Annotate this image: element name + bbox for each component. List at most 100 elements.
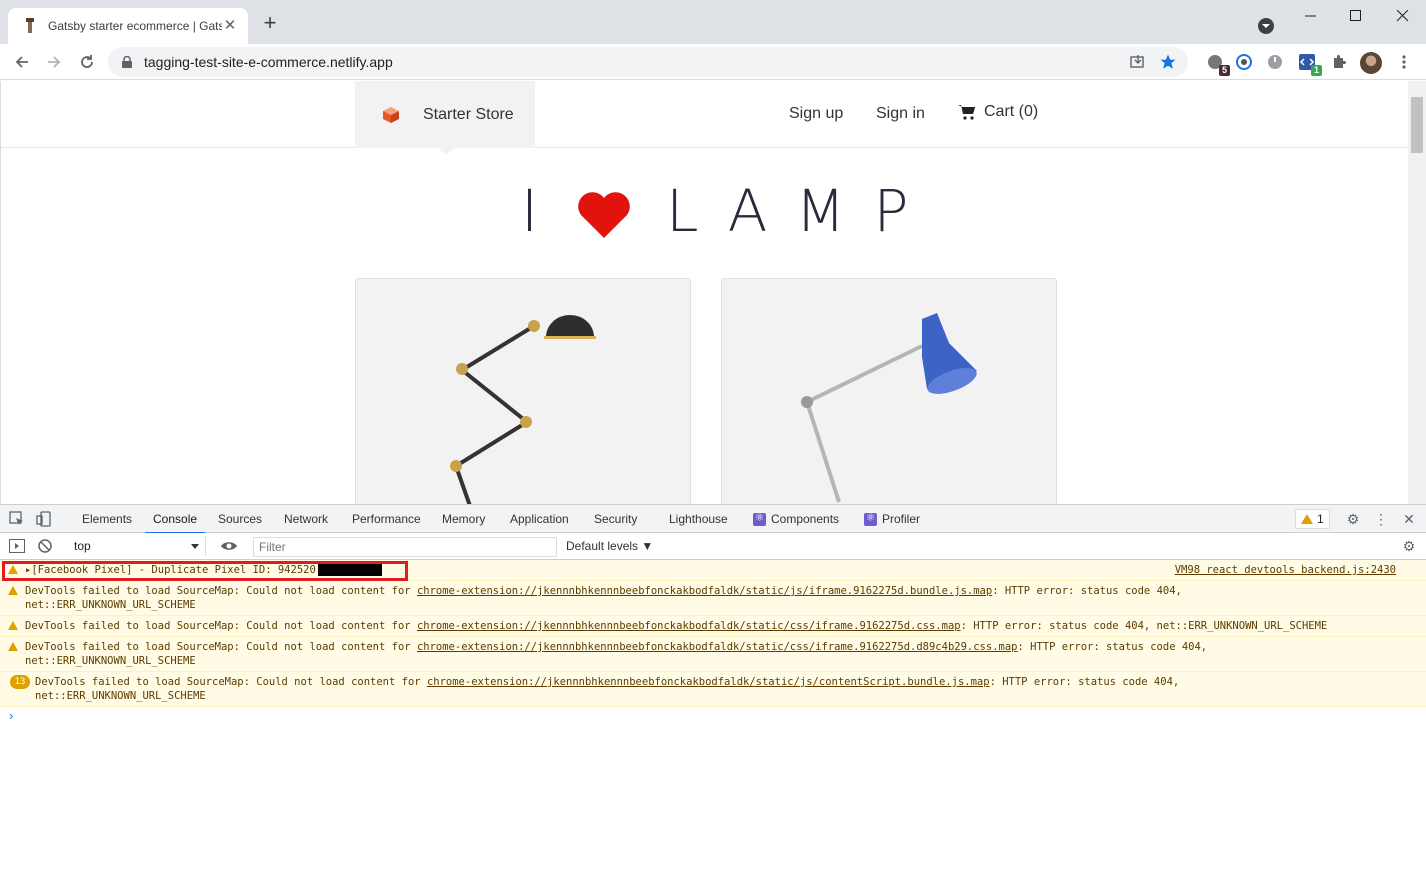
- warning-icon: [1301, 514, 1313, 524]
- settings-gear-icon[interactable]: ⚙: [1344, 510, 1362, 528]
- message-text: : HTTP error: status code 404, net::ERR_…: [960, 620, 1328, 632]
- sign-in-link[interactable]: Sign in: [876, 105, 925, 123]
- install-icon[interactable]: [1126, 50, 1150, 74]
- tag-assistant-icon[interactable]: [1232, 50, 1256, 74]
- message-text: net::ERR_UNKNOWN_URL_SCHEME: [35, 690, 206, 702]
- store-logo-icon: [381, 106, 401, 124]
- page-viewport: Starter Store Sign up Sign in Cart (0) I…: [0, 81, 1426, 504]
- console-warning-row[interactable]: DevTools failed to load SourceMap: Could…: [0, 616, 1426, 637]
- close-devtools-icon[interactable]: ✕: [1400, 510, 1418, 528]
- blue-lamp-image: [801, 313, 977, 503]
- sidebar-toggle-icon[interactable]: [8, 537, 26, 555]
- devtools-tabbar: Elements Console Sources Network Perform…: [0, 505, 1426, 534]
- tab-memory[interactable]: Memory: [442, 512, 485, 526]
- maximize-button[interactable]: [1333, 0, 1379, 32]
- message-text: net::ERR_UNKNOWN_URL_SCHEME: [25, 599, 196, 611]
- console-output: ▸[Facebook Pixel] - Duplicate Pixel ID: …: [0, 560, 1426, 727]
- react-icon: [753, 511, 766, 526]
- product-card[interactable]: [355, 278, 691, 504]
- bookmark-star-icon[interactable]: [1156, 50, 1180, 74]
- lock-icon[interactable]: [120, 55, 134, 69]
- console-warning-row[interactable]: 13 DevTools failed to load SourceMap: Co…: [0, 672, 1426, 707]
- console-prompt[interactable]: ›: [0, 707, 1426, 727]
- new-tab-button[interactable]: +: [258, 12, 282, 36]
- warning-count-badge[interactable]: 1: [1295, 509, 1330, 529]
- tab-application[interactable]: Application: [510, 512, 569, 526]
- tab-lighthouse[interactable]: Lighthouse: [669, 512, 728, 526]
- sign-up-link[interactable]: Sign up: [789, 105, 843, 123]
- cart-link[interactable]: Cart (0): [958, 103, 1038, 121]
- message-text: DevTools failed to load SourceMap: Could…: [25, 585, 417, 597]
- more-options-icon[interactable]: ⋮: [1372, 510, 1390, 528]
- log-levels-dropdown[interactable]: Default levels ▼: [566, 539, 653, 553]
- forward-button[interactable]: [42, 50, 66, 74]
- hero-right: LAMP: [666, 177, 937, 245]
- brand-link[interactable]: Starter Store: [355, 81, 535, 148]
- tab-profiler[interactable]: Profiler: [864, 511, 921, 526]
- cart-icon: [958, 104, 976, 120]
- repeat-count-badge: 13: [10, 675, 30, 689]
- highlight-box: [2, 561, 408, 581]
- message-text: : HTTP error: status code 404,: [1017, 641, 1208, 653]
- tab-title: Gatsby starter ecommerce | Gatsby: [48, 19, 222, 33]
- sourcemap-link[interactable]: chrome-extension://jkennnbhkennnbeebfonc…: [417, 641, 1018, 653]
- devtools-panel: Elements Console Sources Network Perform…: [0, 504, 1426, 893]
- minimize-button[interactable]: [1288, 0, 1334, 32]
- hero-title: I LAMP: [521, 177, 936, 245]
- extension-icon[interactable]: 5: [1203, 50, 1230, 76]
- console-warning-row[interactable]: ▸[Facebook Pixel] - Duplicate Pixel ID: …: [0, 560, 1426, 581]
- address-bar[interactable]: tagging-test-site-e-commerce.netlify.app: [108, 47, 1188, 77]
- message-text: : HTTP error: status code 404,: [992, 585, 1182, 597]
- brand-name: Starter Store: [423, 105, 514, 123]
- console-settings-gear-icon[interactable]: ⚙: [1400, 537, 1418, 555]
- console-warning-row[interactable]: DevTools failed to load SourceMap: Could…: [0, 637, 1426, 672]
- gatsby-favicon-icon: [22, 18, 38, 34]
- site-header: Starter Store Sign up Sign in Cart (0): [1, 81, 1409, 155]
- tab-network[interactable]: Network: [284, 512, 328, 526]
- message-text: DevTools failed to load SourceMap: Could…: [25, 641, 417, 653]
- extension-badge: 5: [1218, 65, 1230, 76]
- tab-console[interactable]: Console: [144, 512, 206, 534]
- product-card[interactable]: [721, 278, 1057, 504]
- tab-search-icon[interactable]: [1258, 18, 1274, 34]
- brand-caret: [438, 148, 454, 155]
- context-selector[interactable]: top: [66, 537, 206, 556]
- clear-console-icon[interactable]: [36, 537, 54, 555]
- warning-count: 1: [1317, 512, 1324, 526]
- device-toolbar-icon[interactable]: [35, 510, 53, 528]
- black-lamp-image: [450, 315, 596, 504]
- reload-button[interactable]: [75, 50, 99, 74]
- sourcemap-link[interactable]: chrome-extension://jkennnbhkennnbeebfonc…: [427, 676, 990, 688]
- source-link[interactable]: VM98 react devtools backend.js:2430: [1175, 563, 1396, 577]
- tab-sources[interactable]: Sources: [218, 512, 262, 526]
- message-text: : HTTP error: status code 404,: [989, 676, 1180, 688]
- extension-badge: 1: [1310, 65, 1322, 76]
- sourcemap-link[interactable]: chrome-extension://jkennnbhkennnbeebfonc…: [417, 620, 961, 632]
- hero-left: I: [521, 177, 547, 245]
- browser-titlebar: Gatsby starter ecommerce | Gatsby ✕ +: [0, 0, 1426, 44]
- browser-tab[interactable]: Gatsby starter ecommerce | Gatsby ✕: [8, 8, 248, 44]
- page-scrollbar[interactable]: [1408, 81, 1426, 504]
- close-window-button[interactable]: [1380, 0, 1426, 32]
- profile-avatar[interactable]: [1360, 52, 1382, 74]
- code-extension-icon[interactable]: 1: [1295, 50, 1322, 76]
- tab-components[interactable]: Components: [753, 511, 840, 526]
- sourcemap-link[interactable]: chrome-extension://jkennnbhkennnbeebfonc…: [417, 585, 992, 597]
- tab-security[interactable]: Security: [594, 512, 637, 526]
- tab-profiler-label: Profiler: [882, 512, 921, 526]
- back-button[interactable]: [10, 50, 34, 74]
- tab-elements[interactable]: Elements: [82, 512, 132, 526]
- power-icon[interactable]: [1263, 50, 1287, 74]
- inspect-element-icon[interactable]: [8, 510, 26, 528]
- console-warning-row[interactable]: DevTools failed to load SourceMap: Could…: [0, 581, 1426, 616]
- tab-performance[interactable]: Performance: [352, 512, 421, 526]
- eye-icon[interactable]: [220, 537, 238, 555]
- tab-components-label: Components: [771, 512, 840, 526]
- extensions-puzzle-icon[interactable]: [1327, 50, 1351, 74]
- chrome-menu-icon[interactable]: [1392, 50, 1416, 74]
- message-text: DevTools failed to load SourceMap: Could…: [25, 620, 417, 632]
- message-text: DevTools failed to load SourceMap: Could…: [35, 676, 427, 688]
- console-filter-input[interactable]: [253, 537, 557, 557]
- scrollbar-thumb[interactable]: [1411, 97, 1423, 153]
- close-tab-icon[interactable]: ✕: [222, 18, 238, 34]
